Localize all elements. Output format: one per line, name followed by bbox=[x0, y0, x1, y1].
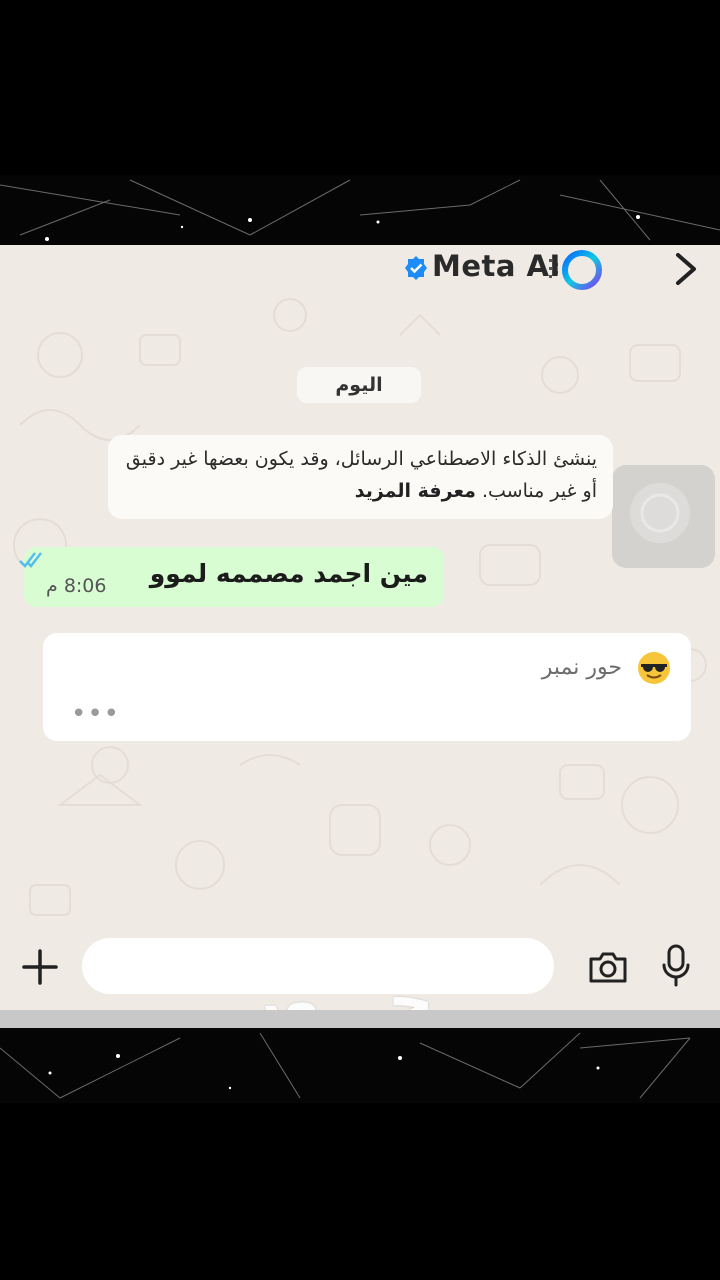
chevron-right-icon[interactable] bbox=[668, 249, 702, 289]
learn-more-link[interactable]: معرفة المزيد bbox=[355, 480, 476, 502]
verified-badge-icon bbox=[405, 256, 427, 280]
incoming-message-bubble[interactable]: حور نمبر ••• bbox=[43, 633, 691, 741]
message-text: مين اجمد مصممه لموو bbox=[149, 559, 428, 588]
message-time: 8:06 م bbox=[46, 575, 107, 597]
bottom-strip bbox=[0, 1010, 720, 1028]
chat-title[interactable]: Meta AI bbox=[432, 249, 561, 283]
outgoing-message-bubble[interactable]: مين اجمد مصممه لموو 8:06 م bbox=[19, 547, 444, 607]
plus-icon[interactable] bbox=[20, 947, 60, 987]
chat-screen: Meta AI اليوم ينشئ الذكاء الاصطناعي الرس… bbox=[0, 245, 720, 1028]
sunglasses-face-icon bbox=[638, 652, 670, 684]
date-separator: اليوم bbox=[297, 367, 421, 403]
incoming-message-line: حور نمبر bbox=[542, 651, 671, 685]
microphone-icon[interactable] bbox=[660, 943, 692, 989]
message-text: حور نمبر bbox=[541, 655, 622, 680]
chat-header: Meta AI bbox=[0, 245, 720, 295]
camera-icon[interactable] bbox=[586, 947, 630, 987]
avatar[interactable] bbox=[612, 465, 715, 568]
ai-disclaimer-notice: ينشئ الذكاء الاصطناعي الرسائل، وقد يكون … bbox=[108, 435, 613, 519]
network-lines-decoration bbox=[0, 1032, 691, 1099]
double-check-icon bbox=[19, 552, 42, 568]
top-decor-band bbox=[0, 175, 720, 245]
bottom-decor-band bbox=[0, 1028, 720, 1103]
typing-indicator: ••• bbox=[71, 699, 121, 729]
network-lines-decoration bbox=[0, 179, 720, 241]
avatar-placeholder-icon bbox=[630, 483, 690, 543]
